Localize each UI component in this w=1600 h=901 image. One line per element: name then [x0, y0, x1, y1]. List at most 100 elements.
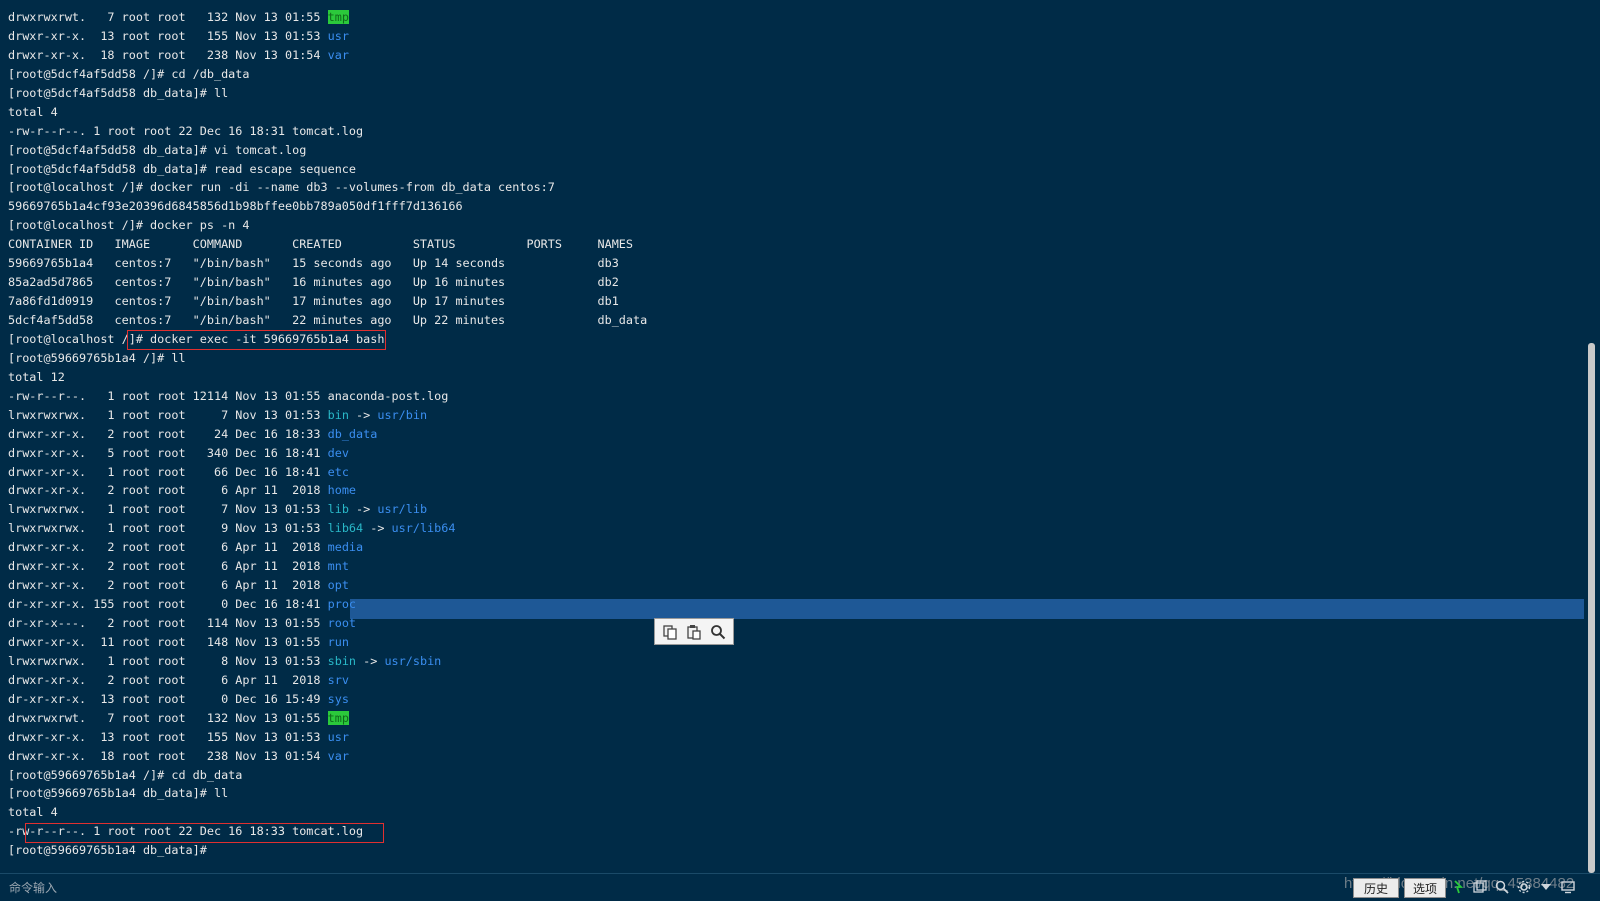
terminal-line: drwxr-xr-x. 2 root root 6 Apr 11 2018 mn…: [8, 557, 647, 576]
terminal-text: drwxr-xr-x. 11 root root 148 Nov 13 01:5…: [8, 634, 328, 649]
directory-name: usr/bin: [377, 407, 428, 422]
terminal-line: drwxr-xr-x. 5 root root 340 Dec 16 18:41…: [8, 444, 647, 463]
terminal-line: dr-xr-xr-x. 13 root root 0 Dec 16 15:49 …: [8, 690, 647, 709]
terminal-line: total 12: [8, 368, 647, 387]
terminal-text: [root@5dcf4af5dd58 db_data]# read escape…: [8, 161, 357, 176]
terminal-line: [root@59669765b1a4 db_data]# ll: [8, 784, 647, 803]
terminal-text: dr-xr-xr-x. 155 root root 0 Dec 16 18:41: [8, 597, 328, 612]
directory-name: usr: [327, 28, 349, 43]
terminal-line: drwxr-xr-x. 11 root root 148 Nov 13 01:5…: [8, 633, 647, 652]
search-icon[interactable]: [707, 621, 729, 643]
terminal-line: drwxrwxrwt. 7 root root 132 Nov 13 01:55…: [8, 709, 647, 728]
terminal-line: drwxr-xr-x. 13 root root 155 Nov 13 01:5…: [8, 27, 647, 46]
terminal-line: 59669765b1a4 centos:7 "/bin/bash" 15 sec…: [8, 254, 647, 273]
terminal-text: [root@localhost /]# docker ps -n 4: [8, 218, 250, 233]
terminal-window[interactable]: drwxrwxrwt. 7 root root 132 Nov 13 01:55…: [0, 0, 1585, 872]
terminal-text: drwxr-xr-x. 2 root root 6 Apr 11 2018: [8, 672, 328, 687]
terminal-text: drwxr-xr-x. 13 root root 155 Nov 13 01:5…: [8, 729, 328, 744]
terminal-line: total 4: [8, 803, 647, 822]
terminal-line: [root@5dcf4af5dd58 /]# cd /db_data: [8, 65, 647, 84]
terminal-text: drwxr-xr-x. 5 root root 340 Dec 16 18:41: [8, 445, 328, 460]
directory-name: mnt: [327, 559, 349, 574]
arrow-down-icon[interactable]: [1538, 878, 1554, 896]
terminal-text: drwxr-xr-x. 2 root root 6 Apr 11 2018: [8, 578, 328, 593]
terminal-text: ->: [363, 521, 392, 536]
terminal-output[interactable]: drwxrwxrwt. 7 root root 132 Nov 13 01:55…: [8, 8, 647, 860]
window-icon[interactable]: [1472, 878, 1488, 896]
terminal-line: drwxr-xr-x. 1 root root 66 Dec 16 18:41 …: [8, 463, 647, 482]
directory-name: usr/sbin: [384, 653, 442, 668]
terminal-text: 5dcf4af5dd58 centos:7 "/bin/bash" 22 min…: [8, 313, 648, 327]
terminal-line: lrwxrwxrwx. 1 root root 7 Nov 13 01:53 b…: [8, 406, 647, 425]
terminal-text: ->: [348, 407, 378, 422]
terminal-line: drwxr-xr-x. 2 root root 6 Apr 11 2018 ho…: [8, 481, 647, 500]
annotation-box-tomcat-log: [25, 823, 384, 843]
directory-name: proc: [327, 597, 357, 612]
terminal-text: [root@59669765b1a4 /]# ll: [8, 350, 186, 365]
terminal-text: drwxr-xr-x. 2 root root 6 Apr 11 2018: [8, 540, 328, 555]
terminal-text: [root@59669765b1a4 db_data]#: [8, 843, 207, 858]
terminal-text: lrwxrwxrwx. 1 root root 7 Nov 13 01:53: [8, 502, 328, 517]
screen-icon[interactable]: [1560, 878, 1576, 896]
terminal-text: [root@5dcf4af5dd58 /]# cd /db_data: [8, 66, 250, 81]
terminal-line: [root@59669765b1a4 /]# ll: [8, 349, 647, 368]
terminal-text: 7a86fd1d0919 centos:7 "/bin/bash" 17 min…: [8, 294, 619, 309]
terminal-line: lrwxrwxrwx. 1 root root 8 Nov 13 01:53 s…: [8, 652, 647, 671]
terminal-line: dr-xr-xr-x. 155 root root 0 Dec 16 18:41…: [8, 595, 647, 614]
terminal-line: CONTAINER ID IMAGE COMMAND CREATED STATU…: [8, 235, 647, 254]
terminal-line: 5dcf4af5dd58 centos:7 "/bin/bash" 22 min…: [8, 311, 647, 330]
terminal-text: total 12: [8, 369, 65, 384]
terminal-line: [root@localhost /]# docker ps -n 4: [8, 216, 647, 235]
terminal-text: [root@59669765b1a4 db_data]# ll: [8, 786, 229, 801]
directory-name: dev: [327, 445, 349, 460]
copy-icon[interactable]: [659, 621, 681, 643]
terminal-line: drwxr-xr-x. 2 root root 24 Dec 16 18:33 …: [8, 425, 647, 444]
terminal-text: drwxr-xr-x. 2 root root 6 Apr 11 2018: [8, 559, 328, 574]
paste-icon[interactable]: [683, 621, 705, 643]
terminal-text: [root@5dcf4af5dd58 db_data]# vi tomcat.l…: [8, 142, 307, 157]
history-button[interactable]: 历史: [1353, 878, 1399, 898]
options-button[interactable]: 选项: [1404, 878, 1446, 898]
terminal-line: 59669765b1a4cf93e20396d6845856d1b98bffee…: [8, 197, 647, 216]
terminal-text: ->: [356, 653, 385, 668]
settings-icon[interactable]: [1516, 878, 1532, 896]
terminal-line: [root@5dcf4af5dd58 db_data]# read escape…: [8, 160, 647, 179]
status-icons: [1450, 878, 1576, 896]
terminal-text: 59669765b1a4cf93e20396d6845856d1b98bffee…: [8, 199, 463, 214]
terminal-line: drwxr-xr-x. 18 root root 238 Nov 13 01:5…: [8, 747, 647, 766]
terminal-line: -rw-r--r--. 1 root root 12114 Nov 13 01:…: [8, 387, 647, 406]
directory-name: srv: [327, 672, 349, 687]
terminal-line: [root@localhost /]# docker run -di --nam…: [8, 178, 647, 197]
search-icon[interactable]: [1494, 878, 1510, 896]
symlink-name: lib64: [327, 521, 364, 536]
terminal-line: drwxr-xr-x. 2 root root 6 Apr 11 2018 op…: [8, 576, 647, 595]
annotation-box-exec-command: [127, 330, 386, 350]
terminal-text: [root@5dcf4af5dd58 db_data]# ll: [8, 85, 229, 100]
terminal-text: [root@59669765b1a4 /]# cd db_data: [8, 767, 243, 782]
terminal-text: total 4: [8, 805, 58, 820]
terminal-text: lrwxrwxrwx. 1 root root 8 Nov 13 01:53: [8, 653, 328, 668]
terminal-line: lrwxrwxrwx. 1 root root 9 Nov 13 01:53 l…: [8, 519, 647, 538]
directory-name: media: [327, 540, 364, 555]
vertical-scrollbar[interactable]: [1588, 343, 1595, 873]
terminal-text: -rw-r--r--. 1 root root 12114 Nov 13 01:…: [8, 388, 449, 403]
directory-name: var: [327, 748, 349, 763]
directory-name: sys: [327, 691, 349, 706]
command-input-label[interactable]: 命令输入: [9, 879, 57, 896]
terminal-line: drwxr-xr-x. 13 root root 155 Nov 13 01:5…: [8, 728, 647, 747]
terminal-text: drwxrwxrwt. 7 root root 132 Nov 13 01:55: [8, 10, 328, 24]
terminal-text: drwxr-xr-x. 1 root root 66 Dec 16 18:41: [8, 464, 328, 479]
directory-name: usr/lib64: [391, 521, 456, 536]
terminal-line: dr-xr-x---. 2 root root 114 Nov 13 01:55…: [8, 614, 647, 633]
terminal-text: dr-xr-xr-x. 13 root root 0 Dec 16 15:49: [8, 691, 328, 706]
directory-name: run: [327, 634, 349, 649]
directory-name: etc: [327, 464, 349, 479]
terminal-text: drwxr-xr-x. 18 root root 238 Nov 13 01:5…: [8, 47, 328, 62]
terminal-text: -rw-r--r--. 1 root root 22 Dec 16 18:31 …: [8, 123, 364, 138]
terminal-line: -rw-r--r--. 1 root root 22 Dec 16 18:31 …: [8, 122, 647, 141]
terminal-line: 85a2ad5d7865 centos:7 "/bin/bash" 16 min…: [8, 273, 647, 292]
highlighted-dir-name: tmp: [327, 10, 349, 24]
cursor-icon[interactable]: [1450, 878, 1466, 896]
symlink-name: bin: [327, 407, 349, 422]
symlink-name: sbin: [327, 653, 357, 668]
